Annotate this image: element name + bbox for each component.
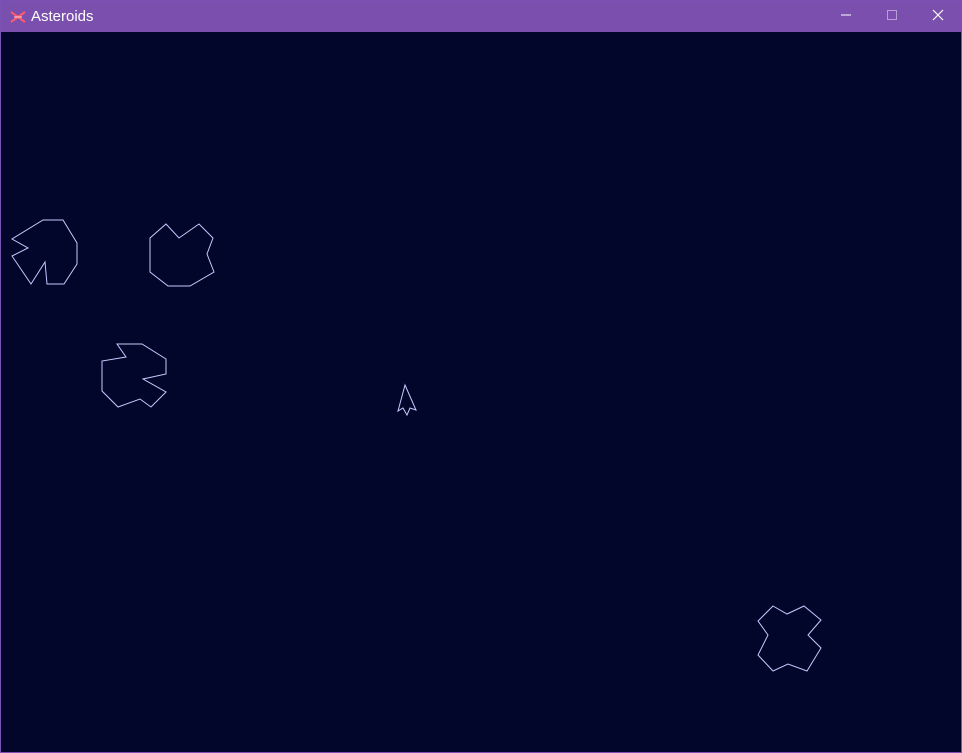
asteroids-x-icon bbox=[9, 10, 27, 24]
asteroid-3 bbox=[101, 343, 167, 408]
title-bar[interactable]: Asteroids bbox=[1, 1, 961, 32]
game-window: Asteroids bbox=[0, 0, 962, 753]
asteroid-4 bbox=[757, 605, 822, 672]
player-ship bbox=[397, 383, 417, 417]
window-title: Asteroids bbox=[31, 8, 94, 25]
asteroid-2 bbox=[149, 223, 215, 287]
game-canvas[interactable] bbox=[1, 32, 961, 752]
maximize-button[interactable] bbox=[869, 1, 915, 32]
minimize-icon bbox=[840, 8, 852, 26]
game-field bbox=[11, 219, 822, 672]
minimize-button[interactable] bbox=[823, 1, 869, 32]
asteroid-1 bbox=[11, 219, 78, 285]
window-controls bbox=[823, 1, 961, 32]
close-icon bbox=[932, 8, 944, 26]
close-button[interactable] bbox=[915, 1, 961, 32]
maximize-icon bbox=[886, 8, 898, 26]
